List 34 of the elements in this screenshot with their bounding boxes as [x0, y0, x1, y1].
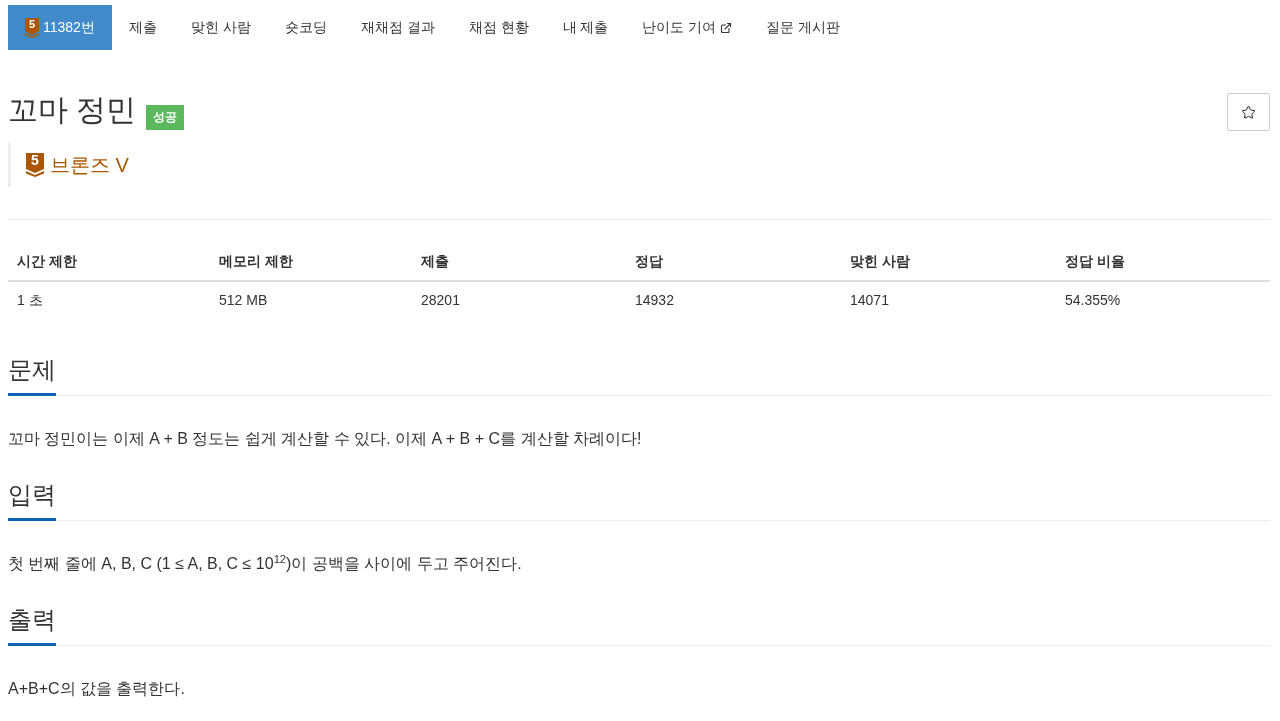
table-cell-text: 54.355%: [1064, 291, 1122, 310]
status-badge: 성공: [146, 104, 185, 130]
table-header-cell-text: 시간 제한: [16, 252, 78, 271]
nav-tab[interactable]: 채점 현황: [451, 5, 546, 50]
table-cell-text: 14932: [634, 291, 675, 310]
nav-tab[interactable]: 난이도 기여: [625, 5, 750, 50]
table-header-cell-text: 정답: [634, 252, 664, 271]
section-title: 출력: [8, 605, 56, 646]
nav-tab[interactable]: 질문 게시판: [749, 5, 858, 50]
table-cell-text: 14071: [849, 291, 890, 310]
favorite-button[interactable]: [1227, 93, 1270, 131]
section-title: 문제: [8, 355, 56, 396]
tier-label[interactable]: 브론즈 V: [50, 153, 129, 177]
star-icon: [1241, 104, 1256, 120]
table-header-cell-text: 제출: [420, 252, 450, 271]
tier-badge: 5: [25, 17, 39, 38]
table-cell-text: 28201: [420, 291, 461, 310]
table-cell-text: 512 MB: [218, 291, 269, 310]
section-text: 꼬마 정민이는 이제 A + B 정도는 쉽게 계산할 수 있다. 이제 A + B + C를 계산할 차례이다!: [8, 429, 643, 449]
external-link-icon: [720, 21, 733, 34]
section-title: 입력: [8, 480, 56, 521]
nav-tab[interactable]: 제출: [111, 5, 174, 50]
nav-tab[interactable]: 재채점 결과: [343, 5, 452, 50]
nav-tab[interactable]: 맞힌 사람: [173, 5, 268, 50]
table-cell-text: 1 초: [16, 291, 44, 310]
problem-tab[interactable]: 5 11382번: [8, 5, 112, 50]
table-header-cell-text: 정답 비율: [1064, 252, 1126, 271]
table-header-cell-text: 맞힌 사람: [849, 252, 911, 271]
problem-title: 꼬마 정민: [8, 92, 137, 128]
nav-tab[interactable]: 내 제출: [545, 5, 626, 50]
nav-tab[interactable]: 숏코딩: [267, 5, 344, 50]
section-text: A+B+C의 값을 출력한다.: [8, 679, 186, 699]
section-text: 첫 번째 줄에 A, B, C (1 ≤ A, B, C ≤ 10$^{12}$)이 공백을 사이에 두고 주어진다.: [8, 552, 523, 574]
table-header-cell-text: 메모리 제한: [218, 252, 294, 271]
